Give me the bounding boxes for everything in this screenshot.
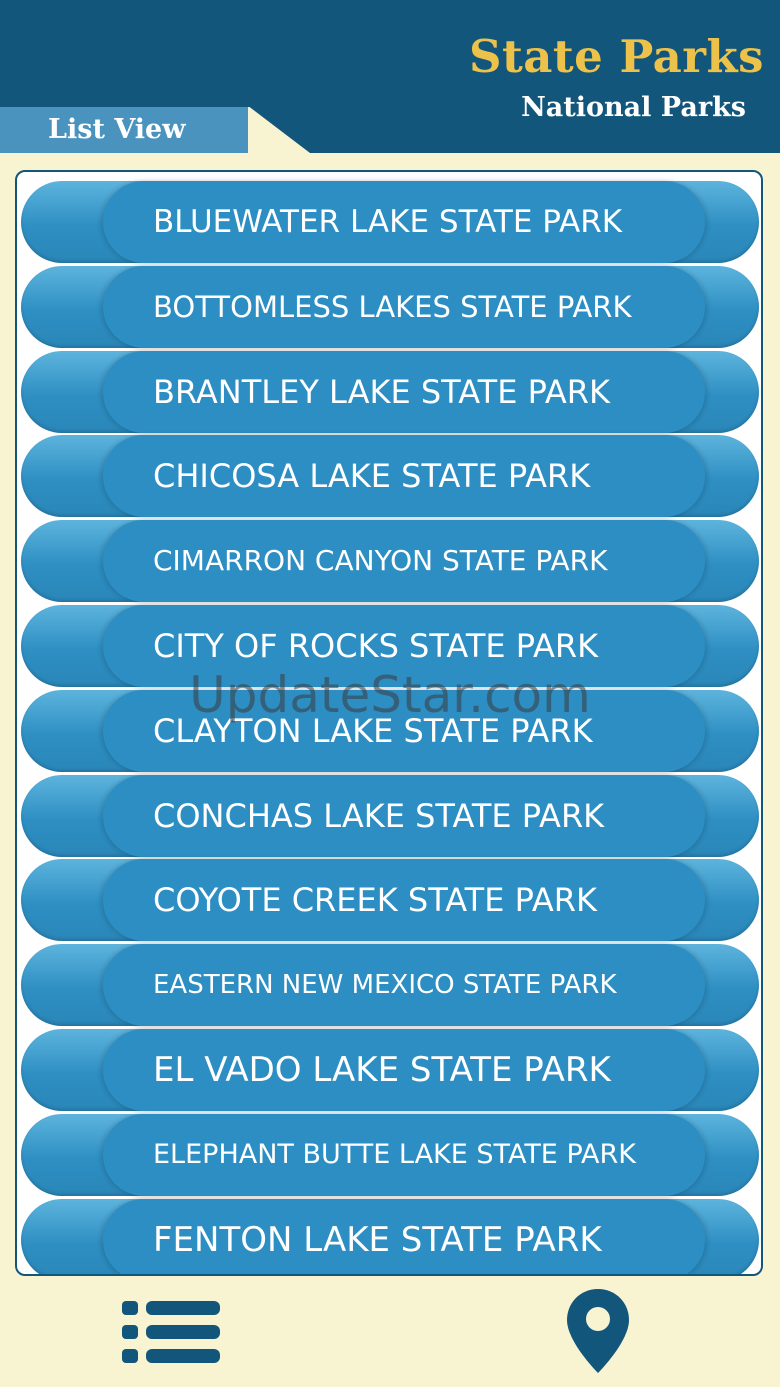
park-list-item[interactable]: CIMARRON CANYON STATE PARK <box>21 520 759 603</box>
park-name: CIMARRON CANYON STATE PARK <box>153 544 608 578</box>
park-name: EASTERN NEW MEXICO STATE PARK <box>153 970 617 1001</box>
park-list-item[interactable]: EASTERN NEW MEXICO STATE PARK <box>21 944 759 1027</box>
park-name: FENTON LAKE STATE PARK <box>153 1219 602 1260</box>
list-view-tab[interactable]: List View <box>0 107 310 153</box>
park-name: EL VADO LAKE STATE PARK <box>153 1050 611 1090</box>
park-list-item[interactable]: BRANTLEY LAKE STATE PARK <box>21 350 759 433</box>
park-name: BLUEWATER LAKE STATE PARK <box>153 204 623 240</box>
park-list-item[interactable]: BOTTOMLESS LAKES STATE PARK <box>21 265 759 348</box>
park-list-item[interactable]: BLUEWATER LAKE STATE PARK <box>21 181 759 263</box>
park-list-item[interactable]: CHICOSA LAKE STATE PARK <box>21 435 759 518</box>
list-view-tab-label: List View <box>0 107 248 153</box>
park-name: BOTTOMLESS LAKES STATE PARK <box>153 289 632 324</box>
list-icon[interactable] <box>120 1293 224 1375</box>
park-list-item[interactable]: CLAYTON LAKE STATE PARK <box>21 689 759 772</box>
park-list[interactable]: BLUEWATER LAKE STATE PARK BOTTOMLESS LAKE… <box>15 170 763 1276</box>
park-name: CONCHAS LAKE STATE PARK <box>153 796 605 835</box>
park-name: CHICOSA LAKE STATE PARK <box>153 457 591 496</box>
app-subtitle: National Parks <box>521 92 746 123</box>
park-list-item[interactable]: CONCHAS LAKE STATE PARK <box>21 774 759 857</box>
park-list-item[interactable]: COYOTE CREEK STATE PARK <box>21 859 759 942</box>
park-list-item[interactable]: EL VADO LAKE STATE PARK <box>21 1029 759 1111</box>
park-list-item[interactable]: FENTON LAKE STATE PARK <box>21 1198 759 1274</box>
park-list-item[interactable]: CITY OF ROCKS STATE PARK <box>21 605 759 687</box>
app-title: State Parks <box>468 30 764 83</box>
park-name: COYOTE CREEK STATE PARK <box>153 881 597 920</box>
bottom-nav <box>0 1285 780 1387</box>
park-name: CLAYTON LAKE STATE PARK <box>153 711 593 750</box>
park-list-item[interactable]: ELEPHANT BUTTE LAKE STATE PARK <box>21 1113 759 1196</box>
park-name: ELEPHANT BUTTE LAKE STATE PARK <box>153 1138 636 1170</box>
map-pin-icon[interactable] <box>563 1285 633 1379</box>
park-name: BRANTLEY LAKE STATE PARK <box>153 372 610 411</box>
park-name: CITY OF ROCKS STATE PARK <box>153 627 599 665</box>
